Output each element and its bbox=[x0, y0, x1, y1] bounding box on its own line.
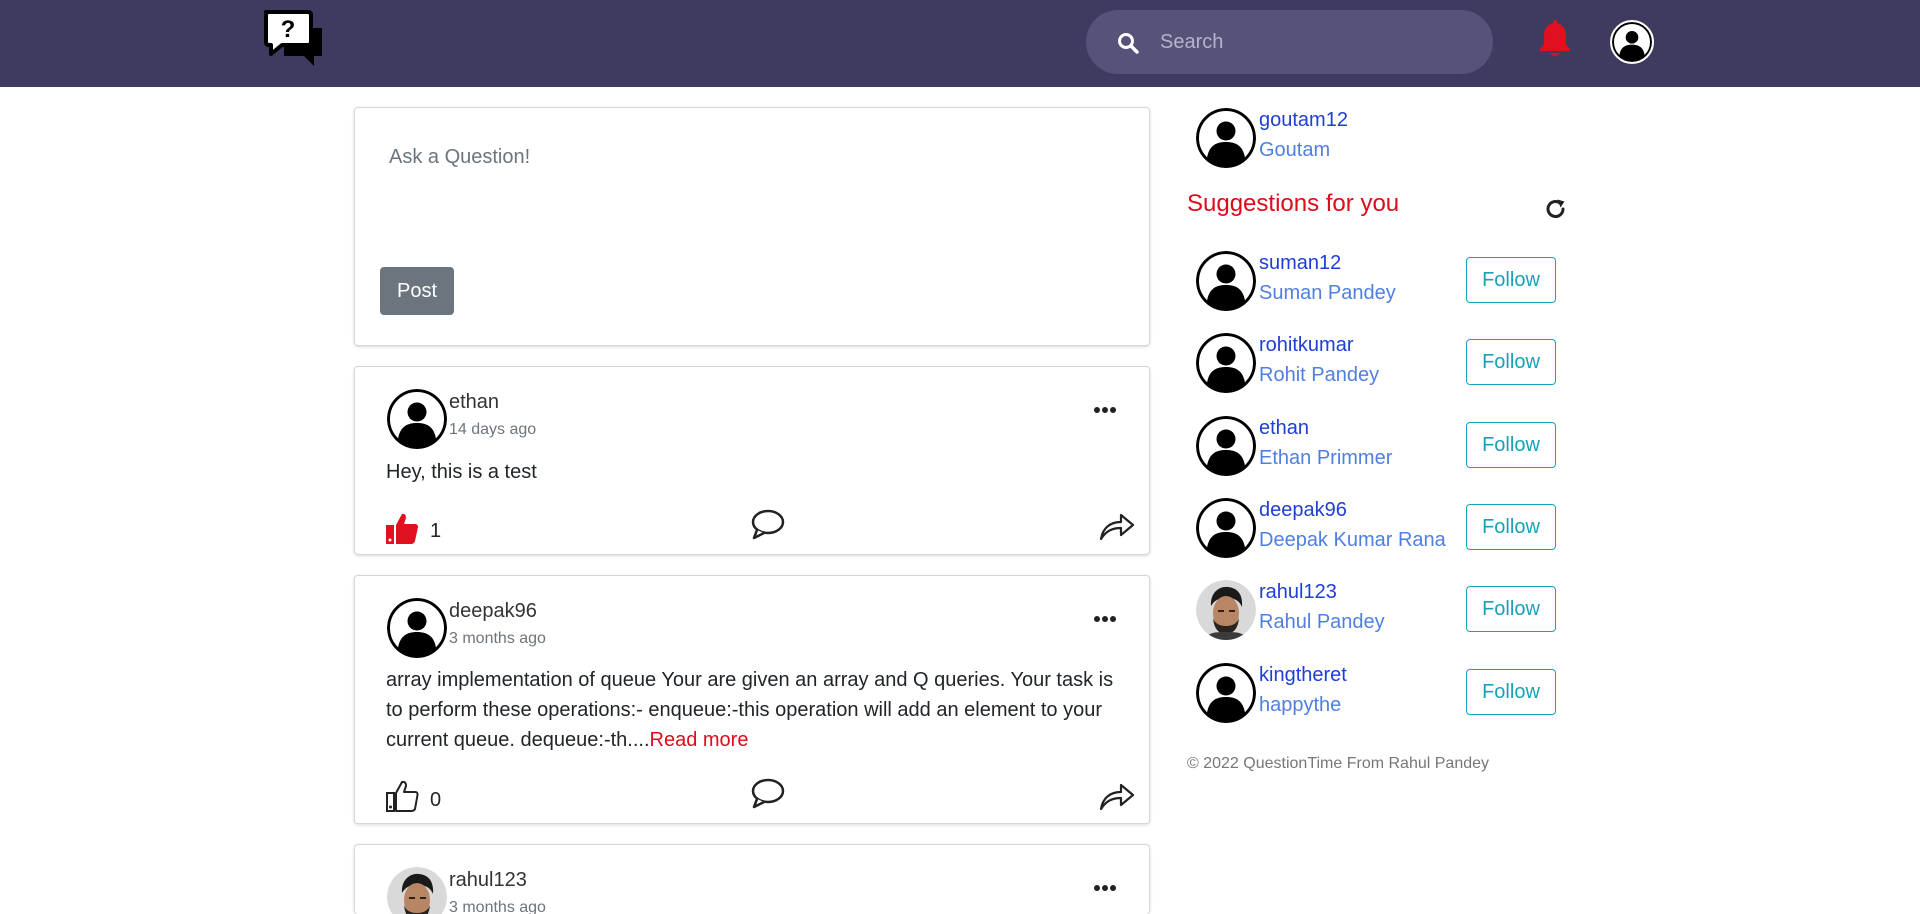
avatar[interactable] bbox=[1196, 333, 1256, 393]
share-icon[interactable] bbox=[1099, 781, 1135, 811]
suggestion-fullname: Suman Pandey bbox=[1259, 282, 1396, 304]
suggestion-username[interactable]: rohitkumar bbox=[1259, 334, 1353, 357]
like-count: 1 bbox=[430, 520, 442, 542]
more-options-icon[interactable] bbox=[1091, 881, 1119, 893]
suggestion-username[interactable]: deepak96 bbox=[1259, 499, 1347, 522]
ask-question-card: Post bbox=[354, 107, 1150, 346]
avatar[interactable] bbox=[387, 598, 447, 658]
post-username[interactable]: rahul123 bbox=[449, 869, 527, 892]
post-timestamp: 14 days ago bbox=[449, 421, 537, 438]
suggestion-fullname: Deepak Kumar Rana bbox=[1259, 529, 1446, 551]
avatar[interactable] bbox=[1196, 498, 1256, 558]
user-avatar-icon[interactable] bbox=[1610, 20, 1654, 64]
post-timestamp: 3 months ago bbox=[449, 899, 546, 914]
follow-button[interactable]: Follow bbox=[1466, 257, 1556, 303]
comment-icon[interactable] bbox=[751, 777, 785, 809]
post-card: ethan 14 days ago Hey, this is a test 1 bbox=[354, 366, 1150, 555]
post-text: array implementation of queue Your are g… bbox=[386, 665, 1126, 755]
like-count: 0 bbox=[430, 789, 442, 811]
follow-button[interactable]: Follow bbox=[1466, 339, 1556, 385]
follow-button[interactable]: Follow bbox=[1466, 422, 1556, 468]
avatar[interactable] bbox=[1196, 108, 1256, 168]
refresh-icon[interactable] bbox=[1544, 197, 1568, 221]
post-button[interactable]: Post bbox=[380, 267, 454, 315]
suggestion-username[interactable]: kingtheret bbox=[1259, 664, 1347, 687]
current-username[interactable]: goutam12 bbox=[1259, 109, 1348, 132]
post-card: deepak96 3 months ago array implementati… bbox=[354, 575, 1150, 824]
footer-copyright: © 2022 QuestionTime From Rahul Pandey bbox=[1187, 755, 1490, 772]
avatar[interactable] bbox=[1196, 251, 1256, 311]
suggestion-username[interactable]: suman12 bbox=[1259, 252, 1341, 275]
suggestions-title: Suggestions for you bbox=[1187, 190, 1400, 217]
avatar[interactable] bbox=[1196, 580, 1256, 640]
follow-button[interactable]: Follow bbox=[1466, 586, 1556, 632]
avatar[interactable] bbox=[387, 389, 447, 449]
more-options-icon[interactable] bbox=[1091, 612, 1119, 624]
more-options-icon[interactable] bbox=[1091, 403, 1119, 415]
post-card: rahul123 3 months ago bbox=[354, 844, 1150, 914]
post-username[interactable]: ethan bbox=[449, 391, 499, 414]
post-body: array implementation of queue Your are g… bbox=[386, 669, 1114, 751]
svg-text:?: ? bbox=[281, 16, 296, 43]
suggestion-username[interactable]: ethan bbox=[1259, 417, 1309, 440]
thumbs-up-icon[interactable] bbox=[385, 779, 419, 813]
suggestion-fullname: Ethan Primmer bbox=[1259, 447, 1393, 469]
post-timestamp: 3 months ago bbox=[449, 630, 546, 647]
avatar[interactable] bbox=[387, 867, 447, 914]
avatar[interactable] bbox=[1196, 663, 1256, 723]
question-input[interactable] bbox=[389, 146, 1109, 246]
suggestion-username[interactable]: rahul123 bbox=[1259, 581, 1337, 604]
suggestion-fullname: happythe bbox=[1259, 694, 1342, 716]
bell-icon[interactable] bbox=[1538, 20, 1572, 58]
navbar: ? bbox=[0, 0, 1920, 87]
search-bar bbox=[1086, 10, 1493, 74]
post-username[interactable]: deepak96 bbox=[449, 600, 537, 623]
comment-icon[interactable] bbox=[751, 508, 785, 540]
share-icon[interactable] bbox=[1099, 511, 1135, 541]
current-user-fullname: Goutam bbox=[1259, 139, 1331, 161]
suggestion-fullname: Rahul Pandey bbox=[1259, 611, 1385, 633]
question-chat-icon[interactable]: ? bbox=[262, 8, 328, 74]
post-text: Hey, this is a test bbox=[386, 461, 537, 483]
thumbs-up-icon[interactable] bbox=[385, 511, 419, 545]
read-more-link[interactable]: Read more bbox=[650, 729, 749, 751]
search-icon[interactable] bbox=[1116, 31, 1140, 55]
search-input[interactable] bbox=[1160, 22, 1470, 62]
suggestion-fullname: Rohit Pandey bbox=[1259, 364, 1380, 386]
follow-button[interactable]: Follow bbox=[1466, 669, 1556, 715]
follow-button[interactable]: Follow bbox=[1466, 504, 1556, 550]
avatar[interactable] bbox=[1196, 416, 1256, 476]
